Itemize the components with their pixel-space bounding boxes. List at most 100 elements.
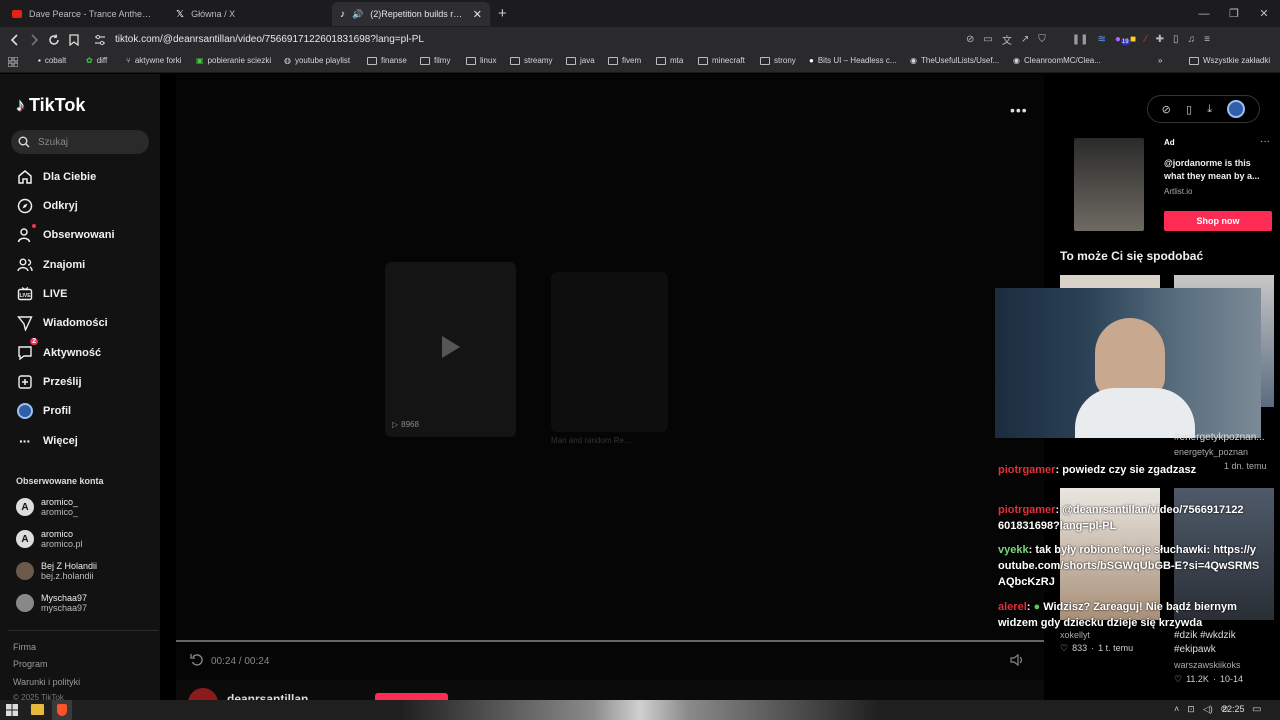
file-explorer-icon[interactable] bbox=[31, 704, 44, 715]
bookmark-folder-fivem[interactable]: fivem bbox=[608, 56, 641, 65]
followed-account[interactable]: Bej Z Holandii bej.z.holandii bbox=[16, 561, 97, 581]
nav-znajomi[interactable]: Znajomi bbox=[16, 256, 85, 273]
replay-icon[interactable] bbox=[190, 653, 204, 667]
suggestion-user[interactable]: warszawskiikoks bbox=[1174, 660, 1241, 670]
menu-icon[interactable]: ≡ bbox=[1204, 34, 1210, 45]
followed-account[interactable]: Aaromico_ aromico_ bbox=[16, 497, 78, 517]
nav-odkryj[interactable]: Odkryj bbox=[16, 197, 78, 214]
tab-title: Główna / X bbox=[191, 9, 236, 19]
bookmark-forki[interactable]: ⑂ aktywne forki bbox=[126, 56, 182, 65]
bookmark-folder-java[interactable]: java bbox=[566, 56, 595, 65]
bookmark-pobieranie[interactable]: ▣ pobieranie sciezki bbox=[196, 56, 271, 65]
bookmark-cleanroom[interactable]: ◉ CleanroomMC/Clea... bbox=[1013, 56, 1101, 65]
suggestion-user[interactable]: xokellyt bbox=[1060, 630, 1090, 640]
volume-icon[interactable] bbox=[1010, 653, 1026, 667]
footer-link-program[interactable]: Program bbox=[13, 659, 48, 669]
nav-wiecej[interactable]: ··· Więcej bbox=[16, 432, 78, 449]
bookmark-folder-strony[interactable]: strony bbox=[760, 56, 796, 65]
progress-bar[interactable] bbox=[176, 640, 1044, 642]
bookmark-usefullists[interactable]: ◉ TheUsefulLists/Usef... bbox=[910, 56, 999, 65]
ad-more-icon[interactable]: ··· bbox=[1260, 136, 1270, 147]
tracking-off-icon[interactable]: ⊘ bbox=[966, 34, 974, 45]
shop-now-button[interactable]: Shop now bbox=[1164, 211, 1272, 231]
clock[interactable]: 22:25 bbox=[1222, 704, 1245, 714]
bookmark-folder-linux[interactable]: linux bbox=[466, 56, 496, 65]
search-box[interactable]: Szukaj bbox=[11, 130, 149, 154]
network-icon[interactable]: ⊡ bbox=[1187, 704, 1195, 715]
bookmark-folder-finanse[interactable]: finanse bbox=[367, 56, 407, 65]
nav-przeslij[interactable]: Prześlij bbox=[16, 373, 82, 390]
share-icon[interactable]: ↗ bbox=[1021, 34, 1029, 45]
tiktok-logo[interactable]: ♪ TikTok bbox=[16, 95, 85, 116]
bookmarks-overflow-icon[interactable]: » bbox=[1158, 56, 1162, 65]
close-window-button[interactable]: ✕ bbox=[1248, 0, 1280, 27]
download-icon[interactable]: ⤓ bbox=[1207, 103, 1212, 116]
sidebar-icon[interactable]: ▯ bbox=[1173, 34, 1179, 45]
phone-icon[interactable]: ▯ bbox=[1186, 103, 1192, 116]
new-tab-button[interactable]: + bbox=[498, 5, 507, 22]
bookmark-youtube-playlist[interactable]: ◍ youtube playlist bbox=[284, 56, 350, 65]
extension-yellow-icon[interactable]: ■ bbox=[1130, 34, 1136, 45]
coin-icon[interactable]: ⊘ bbox=[1162, 103, 1171, 116]
pause-extension-icon[interactable]: ❚❚ bbox=[1072, 34, 1089, 45]
play-icon[interactable] bbox=[440, 334, 462, 360]
extension-wave-icon[interactable]: ≋ bbox=[1098, 34, 1106, 45]
suggestion-thumbnail[interactable] bbox=[1060, 275, 1160, 289]
nav-wiadomosci[interactable]: Wiadomości bbox=[16, 314, 108, 331]
media-icon[interactable]: ♫ bbox=[1188, 34, 1196, 45]
restore-button[interactable]: ❐ bbox=[1218, 0, 1250, 27]
url-field[interactable]: tiktok.com/@deanrsantillan/video/7566917… bbox=[115, 34, 424, 45]
nav-obserwowani[interactable]: Obserwowani bbox=[16, 224, 115, 243]
suggestion-user[interactable]: energetyk_poznan bbox=[1174, 447, 1248, 457]
x-icon: 𝕏 bbox=[176, 8, 185, 20]
reload-button[interactable] bbox=[44, 30, 64, 50]
bookmark-diff[interactable]: ✿ diff bbox=[86, 56, 107, 65]
folder-icon bbox=[466, 56, 476, 65]
folder-icon bbox=[698, 56, 708, 65]
back-button[interactable] bbox=[5, 30, 25, 50]
cast-icon[interactable]: ▭ bbox=[983, 34, 992, 45]
nav-live[interactable]: LIVE LIVE bbox=[16, 285, 67, 302]
user-avatar[interactable] bbox=[1227, 100, 1246, 118]
shield-icon[interactable]: ⛉ bbox=[1038, 34, 1046, 45]
bookmark-folder-filmy[interactable]: filmy bbox=[420, 56, 450, 65]
chat-username: piotrgamer bbox=[998, 464, 1056, 476]
ad-thumbnail[interactable] bbox=[1074, 138, 1144, 231]
bookmark-cobalt[interactable]: ▪ cobalt bbox=[38, 56, 66, 65]
start-icon[interactable] bbox=[6, 704, 18, 716]
more-options-icon[interactable]: ••• bbox=[1010, 102, 1028, 118]
ad-source[interactable]: Artlist.io bbox=[1164, 187, 1192, 196]
bookmark-folder-minecraft[interactable]: minecraft bbox=[698, 56, 745, 65]
followed-account[interactable]: Aaromico aromico.pl bbox=[16, 529, 83, 549]
site-settings-icon[interactable] bbox=[90, 30, 110, 50]
close-tab-icon[interactable]: ✕ bbox=[473, 8, 482, 21]
footer-link-firma[interactable]: Firma bbox=[13, 642, 36, 652]
apps-grid-icon[interactable] bbox=[8, 57, 18, 67]
footer-link-terms[interactable]: Warunki i polityki bbox=[13, 677, 80, 687]
nav-dla-ciebie[interactable]: Dla Ciebie bbox=[16, 168, 96, 185]
tab-x[interactable]: 𝕏 Główna / X bbox=[168, 2, 328, 26]
extension-badge-icon[interactable]: ● 19 bbox=[1115, 34, 1130, 45]
forward-button[interactable] bbox=[24, 30, 44, 50]
tray-chevron-icon[interactable]: ˄ bbox=[1174, 704, 1179, 715]
followed-account[interactable]: Myschaa97 myschaa97 bbox=[16, 593, 87, 613]
brave-taskbar-button[interactable] bbox=[52, 700, 72, 720]
puzzle-icon[interactable]: ✚ bbox=[1156, 34, 1164, 45]
bookmark-button[interactable] bbox=[64, 30, 84, 50]
translate-icon[interactable]: 文 bbox=[1002, 32, 1012, 47]
nav-profil[interactable]: Profil bbox=[16, 402, 71, 419]
volume-tray-icon[interactable]: ◁) bbox=[1203, 704, 1213, 715]
notifications-icon[interactable]: ▭ bbox=[1252, 704, 1261, 715]
bookmark-label: Bits UI – Headless c... bbox=[817, 56, 897, 65]
tab-youtube[interactable]: Dave Pearce - Trance Anthems 2008 bbox=[4, 2, 164, 26]
fork-icon: ⑂ bbox=[126, 56, 131, 65]
minimize-button[interactable]: — bbox=[1188, 0, 1220, 27]
bookmark-folder-mta[interactable]: mta bbox=[656, 56, 683, 65]
extension-red-icon[interactable]: ⁄ bbox=[1145, 34, 1147, 45]
bookmark-folder-streamy[interactable]: streamy bbox=[510, 56, 552, 65]
bookmark-bits-ui[interactable]: ● Bits UI – Headless c... bbox=[809, 56, 897, 65]
nav-aktywnosc[interactable]: 2 Aktywność bbox=[16, 338, 101, 361]
windows-taskbar: ˄ ⊡ ◁) ⦾ 22:25 ▭ bbox=[0, 700, 1280, 720]
all-bookmarks-folder[interactable]: Wszystkie zakładki bbox=[1189, 56, 1270, 65]
tab-tiktok-active[interactable]: ♪ 🔊 (2)Repetition builds recognit ✕ bbox=[332, 2, 490, 26]
